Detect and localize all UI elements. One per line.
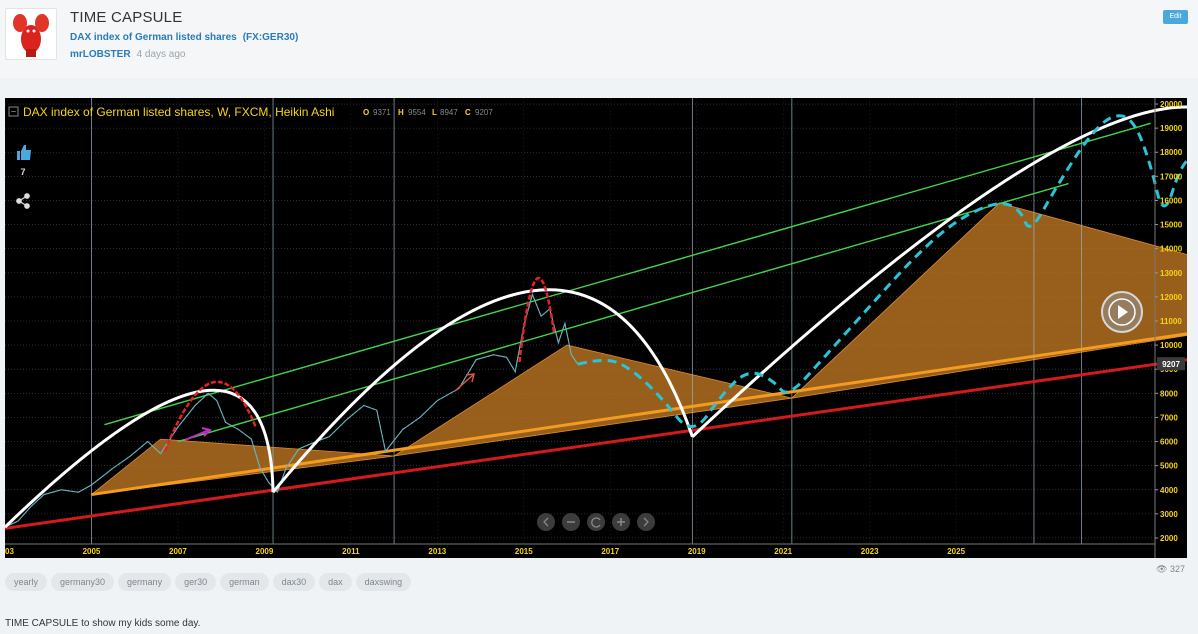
tag[interactable]: germany (118, 573, 172, 591)
close-label: C (465, 108, 471, 117)
x-tick-label: 2007 (169, 547, 187, 556)
y-tick-label: 12000 (1160, 293, 1183, 302)
x-tick-label: 2017 (601, 547, 619, 556)
x-tick-label: 2023 (861, 547, 879, 556)
high-label: H (398, 108, 404, 117)
dax-chart: 2000300040005000600070008000900010000110… (0, 98, 1198, 558)
y-tick-label: 19000 (1160, 124, 1183, 133)
byline: mrLOBSTER 4 days ago (70, 49, 186, 60)
lobster-avatar[interactable] (5, 8, 57, 60)
like-count: 7 (20, 167, 25, 177)
play-button[interactable] (1101, 291, 1143, 333)
x-tick-label: 2013 (428, 547, 446, 556)
open-value: 9371 (373, 108, 391, 117)
y-tick-label: 7000 (1160, 413, 1178, 422)
idea-header: TIME CAPSULE DAX index of German listed … (0, 0, 1198, 78)
tag[interactable]: daxswing (355, 573, 412, 591)
scroll-right-button[interactable] (637, 513, 655, 531)
y-tick-label: 17000 (1160, 172, 1183, 181)
y-tick-label: 3000 (1160, 510, 1178, 519)
x-tick-label: 2025 (947, 547, 965, 556)
view-count: 👁 327 (1156, 564, 1185, 575)
red-arrow (454, 373, 475, 392)
y-tick-label: 10000 (1160, 341, 1183, 350)
chart-title: DAX index of German listed shares, W, FX… (23, 105, 334, 119)
zoom-out-button[interactable] (562, 513, 580, 531)
lobster-icon (13, 14, 49, 57)
tag[interactable]: germany30 (51, 573, 115, 591)
x-tick-label: 2015 (515, 547, 533, 556)
reset-view-button[interactable] (587, 513, 605, 531)
tag[interactable]: dax (319, 573, 352, 591)
x-tick-label: 2011 (342, 547, 360, 556)
close-value: 9207 (475, 108, 493, 117)
chart-container[interactable]: 2000300040005000600070008000900010000110… (0, 98, 1198, 558)
y-tick-label: 5000 (1160, 462, 1178, 471)
view-count-value: 327 (1169, 564, 1185, 574)
y-tick-label: 14000 (1160, 245, 1183, 254)
scroll-left-button[interactable] (537, 513, 555, 531)
x-tick-label: 2019 (688, 547, 706, 556)
tag[interactable]: ger30 (175, 573, 217, 591)
y-tick-label: 2000 (1160, 534, 1178, 543)
y-tick-label: 13000 (1160, 269, 1183, 278)
zoom-in-button[interactable] (612, 513, 630, 531)
open-label: O (363, 108, 369, 117)
low-value: 8947 (440, 108, 458, 117)
x-tick-label: 2003 (5, 547, 14, 556)
x-tick-label: 2005 (83, 547, 101, 556)
y-tick-label: 8000 (1160, 389, 1178, 398)
high-value: 9554 (408, 108, 426, 117)
tag[interactable]: yearly (5, 573, 48, 591)
last-price-value: 9207 (1162, 360, 1180, 369)
ohlc-readout: O 9371 H 9554 L 8947 C 9207 (363, 108, 493, 117)
magenta-arrow (184, 427, 212, 441)
tag[interactable]: dax30 (272, 573, 316, 591)
y-tick-label: 15000 (1160, 221, 1183, 230)
idea-description: TIME CAPSULE to show my kids some day. (5, 618, 201, 629)
low-label: L (432, 108, 437, 117)
y-tick-label: 18000 (1160, 148, 1183, 157)
author-link[interactable]: mrLOBSTER (70, 49, 131, 60)
y-tick-label: 6000 (1160, 438, 1178, 447)
collapse-glyph: − (11, 107, 16, 117)
triangle-fill-layer (90, 202, 1198, 496)
edit-button[interactable]: Edit (1163, 10, 1188, 24)
chart-nav-controls (537, 513, 655, 531)
last-price-label: 9207 (1157, 357, 1185, 371)
tag-list: yearly germany30 germany ger30 german dax30 da… (5, 572, 415, 592)
tag[interactable]: german (220, 573, 269, 591)
instrument-line: DAX index of German listed shares (FX:GER… (70, 32, 298, 43)
eye-icon: 👁 (1156, 564, 1168, 574)
share-icon[interactable] (16, 193, 30, 209)
y-tick-label: 11000 (1160, 317, 1182, 326)
x-tick-label: 2009 (256, 547, 274, 556)
y-tick-label: 20000 (1160, 100, 1183, 109)
x-axis-layer: 2003 2005 2007 2009 2011 2013 2015 2017 2019 2021… (0, 543, 1155, 556)
y-tick-label: 4000 (1160, 486, 1178, 495)
idea-title: TIME CAPSULE (70, 9, 183, 26)
symbol-link[interactable]: (FX:GER30) (243, 32, 299, 43)
thumbs-up-icon[interactable] (17, 145, 31, 160)
x-tick-label: 2021 (774, 547, 792, 556)
y-tick-label: 16000 (1160, 196, 1183, 205)
triangle-fill (90, 438, 395, 496)
post-time: 4 days ago (136, 49, 186, 60)
instrument-link[interactable]: DAX index of German listed shares (70, 32, 237, 43)
